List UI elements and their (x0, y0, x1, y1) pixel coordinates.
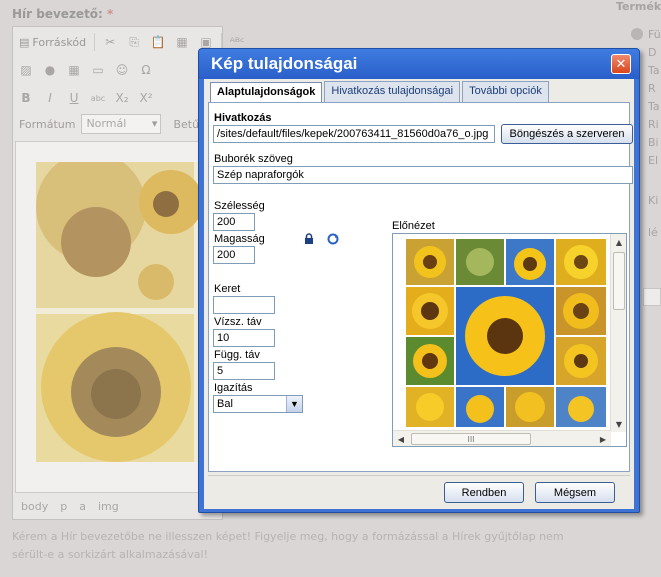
lock-ratio-icon[interactable] (303, 233, 315, 245)
right-panel-item[interactable]: Ri (648, 118, 659, 131)
vspace-label: Függ. táv (214, 349, 260, 361)
bold-icon[interactable]: B (15, 88, 37, 108)
alt-text-label: Buborék szöveg (214, 153, 293, 165)
right-panel-item[interactable]: Bi (648, 136, 659, 149)
tab-panel: Hivatkozás /sites/default/files/kepek/20… (208, 102, 633, 472)
right-panel-title: Terméke (616, 0, 661, 13)
preview-vertical-scrollbar[interactable]: ▲ ▼ (610, 234, 626, 432)
flash-icon[interactable]: ● (39, 60, 61, 80)
preview-label: Előnézet (392, 220, 435, 232)
right-panel-item[interactable]: Ki (648, 194, 658, 207)
source-button[interactable]: ▤ Forráskód (15, 32, 90, 52)
copy-icon[interactable]: ⎘ (123, 32, 145, 52)
editor-content-area[interactable] (15, 141, 220, 493)
special-char-icon[interactable]: Ω (135, 60, 157, 80)
path-body[interactable]: body (21, 500, 48, 513)
right-panel-box (643, 288, 661, 306)
close-icon: ✕ (615, 56, 627, 72)
tab-link-properties[interactable]: Hivatkozás tulajdonságai (324, 81, 461, 102)
alt-text-input[interactable]: Szép napraforgók (213, 166, 633, 184)
scroll-thumb[interactable] (613, 252, 625, 310)
scroll-up-icon[interactable]: ▲ (611, 234, 626, 250)
path-a[interactable]: a (79, 500, 86, 513)
preview-image (406, 239, 606, 427)
strike-icon[interactable]: abc (87, 88, 109, 108)
source-icon: ▤ (19, 35, 30, 49)
vspace-input[interactable]: 5 (213, 362, 275, 380)
toolbar-row-2: ▨ ● ▦ ▭ ☺ Ω (15, 57, 157, 83)
paste-text-icon[interactable]: ▦ (171, 32, 193, 52)
close-button[interactable]: ✕ (611, 54, 631, 74)
border-label: Keret (214, 283, 241, 295)
inserted-image[interactable] (36, 152, 206, 462)
height-input[interactable]: 200 (213, 246, 255, 264)
toolbar-row-3: B I U abc X₂ X² (15, 85, 157, 111)
table-icon[interactable]: ▦ (63, 60, 85, 80)
smiley-icon[interactable]: ☺ (111, 60, 133, 80)
required-mark: * (107, 7, 114, 21)
url-label: Hivatkozás (214, 112, 272, 124)
width-label: Szélesség (214, 200, 265, 212)
image-properties-dialog: Kép tulajdonságai ✕ Alaptulajdonságok Hi… (198, 48, 640, 513)
border-input[interactable] (213, 296, 275, 314)
align-select-value: Bal (217, 398, 233, 410)
hscroll-thumb[interactable]: III (411, 433, 531, 445)
intro-field-label: Hír bevezető: * (12, 7, 114, 21)
format-select[interactable]: Normál (81, 114, 162, 134)
hspace-input[interactable]: 10 (213, 329, 275, 347)
height-label: Magasság (214, 233, 265, 245)
right-panel-item[interactable]: Ta (648, 100, 660, 113)
width-input[interactable]: 200 (213, 213, 255, 231)
tab-basic-properties[interactable]: Alaptulajdonságok (210, 82, 323, 103)
right-panel-item[interactable]: Ta (648, 64, 660, 77)
scroll-right-icon[interactable]: ▶ (595, 431, 611, 446)
tab-more-options[interactable]: További opciók (462, 81, 549, 102)
sunflower-image (36, 152, 206, 462)
url-input[interactable]: /sites/default/files/kepek/200763411_815… (213, 125, 495, 143)
right-panel-item[interactable]: lé (648, 226, 658, 239)
browse-server-button[interactable]: Böngészés a szerveren (501, 124, 633, 144)
hspace-label: Vízsz. táv (214, 316, 262, 328)
preview-horizontal-scrollbar[interactable]: ◀ III ▶ (393, 430, 611, 446)
path-img[interactable]: img (98, 500, 119, 513)
right-panel-bullet-icon (631, 28, 643, 40)
superscript-icon[interactable]: X² (135, 88, 157, 108)
paste-icon[interactable]: 📋 (147, 32, 169, 52)
dialog-tabs: Alaptulajdonságok Hivatkozás tulajdonság… (210, 81, 549, 103)
right-panel-item[interactable]: Fü (648, 28, 661, 41)
hscroll-grip: III (467, 434, 475, 444)
ok-button[interactable]: Rendben (444, 482, 524, 503)
dialog-body: Alaptulajdonságok Hivatkozás tulajdonság… (204, 79, 634, 509)
hr-icon[interactable]: ▭ (87, 60, 109, 80)
right-panel-item[interactable]: R (648, 82, 656, 95)
rich-text-editor: ▤ Forráskód ✂ ⎘ 📋 ▦ ▣ ᴬᴮᶜ ▨ ● ▦ ▭ ☺ Ω B I… (12, 26, 244, 520)
dialog-title: Kép tulajdonságai (211, 54, 358, 73)
chevron-down-icon[interactable]: ▼ (286, 396, 302, 412)
underline-icon[interactable]: U (63, 88, 85, 108)
scroll-left-icon[interactable]: ◀ (393, 431, 409, 446)
cut-icon[interactable]: ✂ (99, 32, 121, 52)
footer-divider (208, 475, 630, 476)
align-select[interactable]: Bal ▼ (213, 395, 303, 413)
dialog-titlebar[interactable]: Kép tulajdonságai ✕ (199, 49, 639, 79)
scroll-down-icon[interactable]: ▼ (611, 416, 626, 432)
path-p[interactable]: p (60, 500, 67, 513)
align-label: Igazítás (214, 382, 253, 394)
preview-box: ▲ ▼ ◀ III ▶ (392, 233, 627, 447)
background-note: Kérem a Hír bevezetőbe ne illesszen képe… (12, 530, 564, 561)
cancel-button[interactable]: Mégsem (535, 482, 615, 503)
reset-size-icon[interactable] (327, 233, 339, 245)
toolbar-row-4: Formátum Normál Betűt (15, 111, 207, 137)
format-label: Formátum (19, 117, 76, 131)
image-icon[interactable]: ▨ (15, 60, 37, 80)
editor-statusbar: body p a img (15, 495, 220, 517)
subscript-icon[interactable]: X₂ (111, 88, 133, 108)
right-panel-item[interactable]: El (648, 154, 658, 167)
right-panel-item[interactable]: D (648, 46, 656, 59)
italic-icon[interactable]: I (39, 88, 61, 108)
